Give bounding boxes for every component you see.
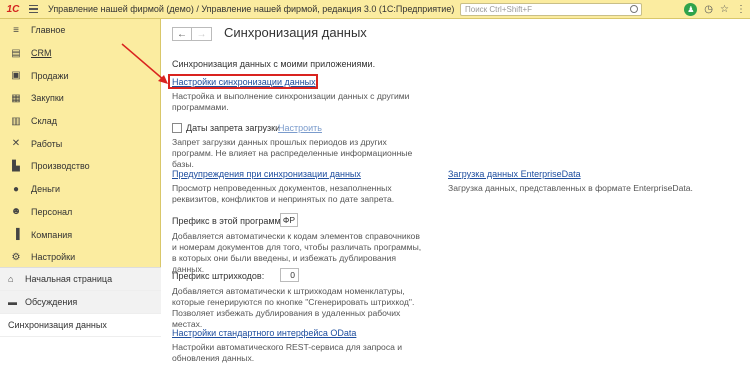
sidebar-item-money[interactable]: ● Деньги [0, 178, 160, 201]
people-icon: ☻ [10, 206, 22, 218]
menu-lines-icon: ≡ [13, 24, 19, 36]
sync-settings-link[interactable]: Настройки синхронизации данных [172, 77, 316, 87]
home-icon: ⌂ [8, 274, 14, 284]
open-window-discussions[interactable]: ▬ Обсуждения [0, 291, 161, 314]
back-button[interactable]: ← [172, 27, 192, 41]
history-icon[interactable]: ◷ [704, 4, 713, 15]
barcode-prefix-desc: Добавляется автоматически к штрихкодам н… [172, 286, 415, 329]
sidebar-item-main[interactable]: ≡ Главное [0, 19, 160, 42]
sidebar-item-production[interactable]: ▙ Производство [0, 155, 160, 178]
nav-buttons: ← → [172, 27, 212, 41]
gear-icon: ⚙ [11, 251, 21, 263]
sidebar-item-staff[interactable]: ☻ Персонал [0, 201, 160, 224]
money-icon: ● [12, 183, 20, 195]
favorites-icon[interactable]: ☆ [720, 4, 729, 15]
warnings-desc: Просмотр непроведенных документов, незап… [172, 183, 395, 204]
sidebar-item-purchases[interactable]: ▦ Закупки [0, 87, 160, 110]
ban-dates-desc: Запрет загрузки данных прошлых периодов … [172, 137, 413, 169]
chat-icon: ▬ [8, 297, 17, 307]
cart-icon: ▣ [11, 70, 21, 82]
odata-desc: Настройки автоматического REST-сервиса д… [172, 342, 403, 363]
window-title: Управление нашей фирмой (демо) / Управле… [48, 4, 455, 14]
open-window-sync[interactable]: Синхронизация данных [0, 314, 161, 337]
barcode-prefix-field[interactable]: 0 [280, 268, 299, 282]
prefix-field[interactable]: ФР [280, 213, 298, 227]
factory-icon: ▙ [12, 160, 20, 172]
crm-icon: ▤ [11, 47, 21, 59]
search-placeholder: Поиск Ctrl+Shift+F [465, 5, 533, 14]
odata-link[interactable]: Настройки стандартного интерфейса OData [172, 328, 356, 338]
search-icon [630, 5, 638, 13]
sidebar-item-warehouse[interactable]: ▥ Склад [0, 110, 160, 133]
ban-dates-setup-link[interactable]: Настроить [278, 123, 322, 133]
ban-dates-checkbox[interactable] [172, 123, 182, 133]
section-label: Синхронизация данных с моими приложениям… [172, 59, 376, 69]
barcode-prefix-label: Префикс штрихкодов: [172, 271, 265, 281]
warnings-link[interactable]: Предупреждения при синхронизации данных [172, 169, 361, 179]
hammer-icon: ✕ [11, 138, 21, 150]
notification-icon[interactable]: ♟ [684, 3, 698, 16]
main-content: ← → Синхронизация данных Синхронизация д… [162, 19, 750, 369]
company-icon: ▐ [12, 229, 20, 241]
sidebar-item-settings[interactable]: ⚙ Настройки [0, 246, 160, 269]
warehouse-icon: ▥ [11, 115, 21, 127]
sync-settings-desc: Настройка и выполнение синхронизации дан… [172, 91, 410, 112]
title-bar: 1С Управление нашей фирмой (демо) / Упра… [0, 0, 750, 19]
enterprise-data-link[interactable]: Загрузка данных EnterpriseData [448, 169, 581, 179]
ban-dates-label: Даты запрета загрузки [186, 123, 281, 133]
prefix-label: Префикс в этой программе: [172, 216, 289, 226]
search-input[interactable]: Поиск Ctrl+Shift+F [460, 3, 642, 16]
main-menu-icon[interactable] [26, 0, 42, 19]
sidebar-item-works[interactable]: ✕ Работы [0, 132, 160, 155]
purchase-icon: ▦ [11, 92, 21, 104]
open-windows-panel: ⌂ Начальная страница ▬ Обсуждения Синхрони… [0, 267, 161, 369]
page-title: Синхронизация данных [224, 25, 367, 40]
app-logo: 1С [6, 3, 20, 15]
open-window-home[interactable]: ⌂ Начальная страница [0, 268, 161, 291]
enterprise-data-desc: Загрузка данных, представленных в формат… [448, 183, 693, 193]
more-icon[interactable]: ⋮ [736, 4, 746, 15]
forward-button[interactable]: → [192, 27, 212, 41]
sidebar-item-company[interactable]: ▐ Компания [0, 223, 160, 246]
